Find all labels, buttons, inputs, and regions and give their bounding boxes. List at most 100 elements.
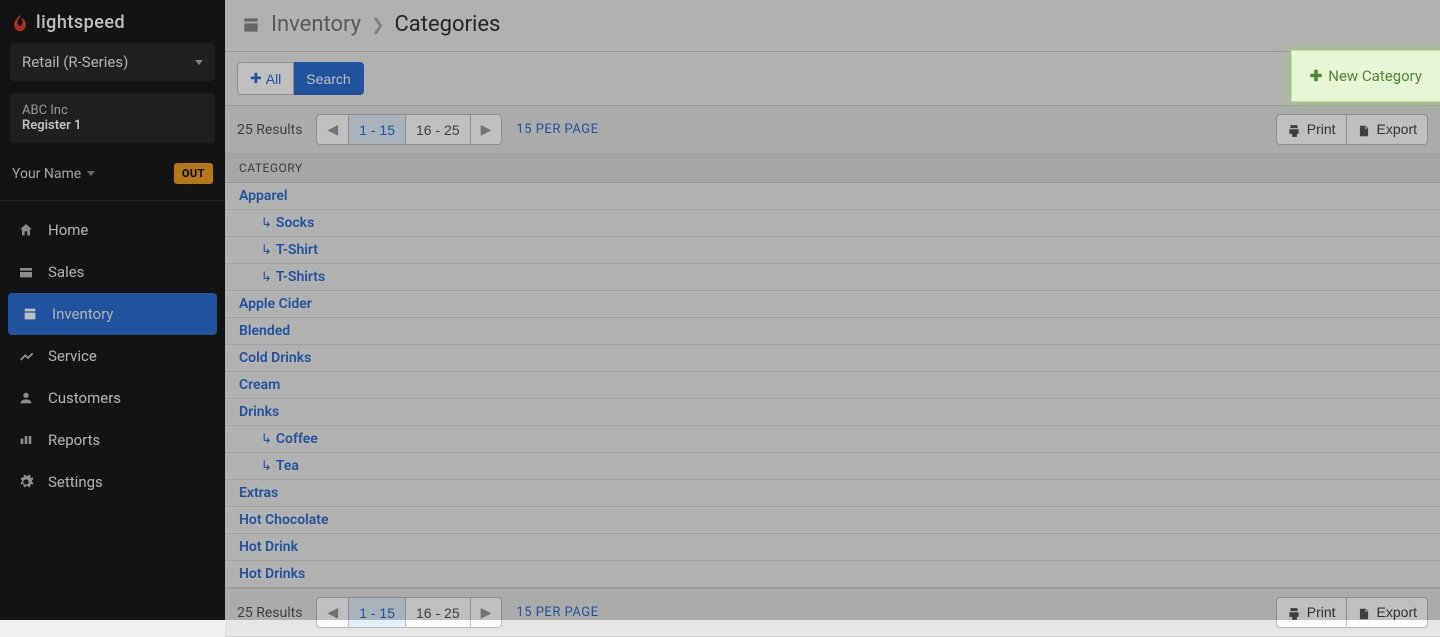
page-range-1[interactable]: 1 - 15 [349,597,406,628]
prev-page-button[interactable]: ◀ [316,114,349,145]
reports-icon [18,432,34,448]
flame-icon [10,13,30,33]
search-button[interactable]: Search [294,62,363,95]
nav-settings[interactable]: Settings [0,461,225,503]
breadcrumb-parent[interactable]: Inventory [271,12,361,37]
page-range-1[interactable]: 1 - 15 [349,114,406,145]
nav-customers[interactable]: Customers [0,377,225,419]
table-row: Apple Cider [225,291,1440,318]
plus-icon: ✚ [250,70,262,87]
category-link[interactable]: T-Shirts [276,269,325,285]
register-name: Register 1 [22,118,203,133]
inventory-icon [22,306,38,322]
category-link[interactable]: Hot Drinks [239,566,305,582]
category-link[interactable]: Drinks [239,404,279,420]
filter-button-group: ✚ All Search [237,62,364,95]
nav-label: Reports [48,431,100,449]
table-row: ↳ Coffee [225,426,1440,453]
print-icon [1287,604,1301,620]
table-row: Hot Chocolate [225,507,1440,534]
export-icon [1357,604,1371,620]
page-buttons: ◀ 1 - 15 16 - 25 ▶ [316,597,502,628]
print-label: Print [1307,121,1336,137]
nav-home[interactable]: Home [0,209,225,251]
main-nav: Home Sales Inventory Service Customers R… [0,200,225,503]
next-page-button[interactable]: ▶ [471,114,503,145]
export-button[interactable]: Export [1347,597,1428,627]
results-count: 25 Results [237,605,302,621]
export-label: Export [1377,121,1417,137]
category-link[interactable]: Apple Cider [239,296,312,312]
new-category-button[interactable]: ✚ New Category [1291,50,1440,102]
table-row: Blended [225,318,1440,345]
per-page-selector[interactable]: 15 PER PAGE [516,605,598,620]
product-selector[interactable]: Retail (R-Series) [10,43,215,81]
category-link[interactable]: Hot Chocolate [239,512,329,528]
breadcrumb: Inventory ❯ Categories [225,0,1440,52]
nav-label: Inventory [52,305,113,323]
category-link[interactable]: Tea [276,458,299,474]
nav-sales[interactable]: Sales [0,251,225,293]
brand-name: lightspeed [36,12,125,33]
sidebar: lightspeed Retail (R-Series) ABC Inc Reg… [0,0,225,620]
table-row: ↳ Socks [225,210,1440,237]
nav-inventory[interactable]: Inventory [8,293,217,335]
page-range-2[interactable]: 16 - 25 [406,114,471,145]
plus-icon: ✚ [1310,67,1323,85]
table-row: ↳ T-Shirts [225,264,1440,291]
child-arrow-icon: ↳ [261,270,272,285]
nav-service[interactable]: Service [0,335,225,377]
table-row: ↳ Tea [225,453,1440,480]
user-row: Your Name OUT [0,153,225,200]
print-button[interactable]: Print [1276,114,1347,144]
nav-reports[interactable]: Reports [0,419,225,461]
nav-label: Customers [48,389,121,407]
prev-page-button[interactable]: ◀ [316,597,349,628]
per-page-selector[interactable]: 15 PER PAGE [516,122,598,137]
print-label: Print [1307,604,1336,620]
chevron-right-icon: ❯ [371,15,384,34]
all-filter-button[interactable]: ✚ All [237,62,294,95]
child-arrow-icon: ↳ [261,459,272,474]
logo[interactable]: lightspeed [0,0,225,43]
category-link[interactable]: Hot Drink [239,539,298,555]
table-row: Drinks [225,399,1440,426]
chevron-down-icon [87,171,95,176]
category-link[interactable]: Coffee [276,431,318,447]
next-page-button[interactable]: ▶ [471,597,503,628]
clock-status-badge[interactable]: OUT [174,163,213,184]
company-register-block[interactable]: ABC Inc Register 1 [10,93,215,143]
category-link[interactable]: Cream [239,377,280,393]
settings-icon [18,474,34,490]
export-button[interactable]: Export [1347,114,1428,144]
print-button[interactable]: Print [1276,597,1347,627]
table-row: Apparel [225,183,1440,210]
home-icon [18,222,34,238]
child-arrow-icon: ↳ [261,216,272,231]
nav-label: Sales [48,263,84,281]
table-row: Cream [225,372,1440,399]
breadcrumb-current: Categories [394,12,500,37]
results-count: 25 Results [237,122,302,138]
user-menu[interactable]: Your Name [12,166,95,182]
category-link[interactable]: T-Shirt [276,242,318,258]
child-arrow-icon: ↳ [261,432,272,447]
sales-icon [18,264,34,280]
company-name: ABC Inc [22,103,203,118]
new-category-label: New Category [1328,67,1422,85]
category-link[interactable]: Blended [239,323,290,339]
print-icon [1287,121,1301,137]
chevron-down-icon [195,60,203,65]
service-icon [18,348,34,364]
pagination-top: 25 Results ◀ 1 - 15 16 - 25 ▶ 15 PER PAG… [225,106,1440,154]
customers-icon [18,390,34,406]
nav-label: Settings [48,473,103,491]
page-range-2[interactable]: 16 - 25 [406,597,471,628]
export-icon [1357,121,1371,137]
category-link[interactable]: Cold Drinks [239,350,311,366]
table-header: CATEGORY [225,154,1440,183]
main-content: Inventory ❯ Categories ✚ All Search ✚ Ne… [225,0,1440,620]
category-link[interactable]: Extras [239,485,278,501]
category-link[interactable]: Socks [276,215,314,231]
category-link[interactable]: Apparel [239,188,288,204]
